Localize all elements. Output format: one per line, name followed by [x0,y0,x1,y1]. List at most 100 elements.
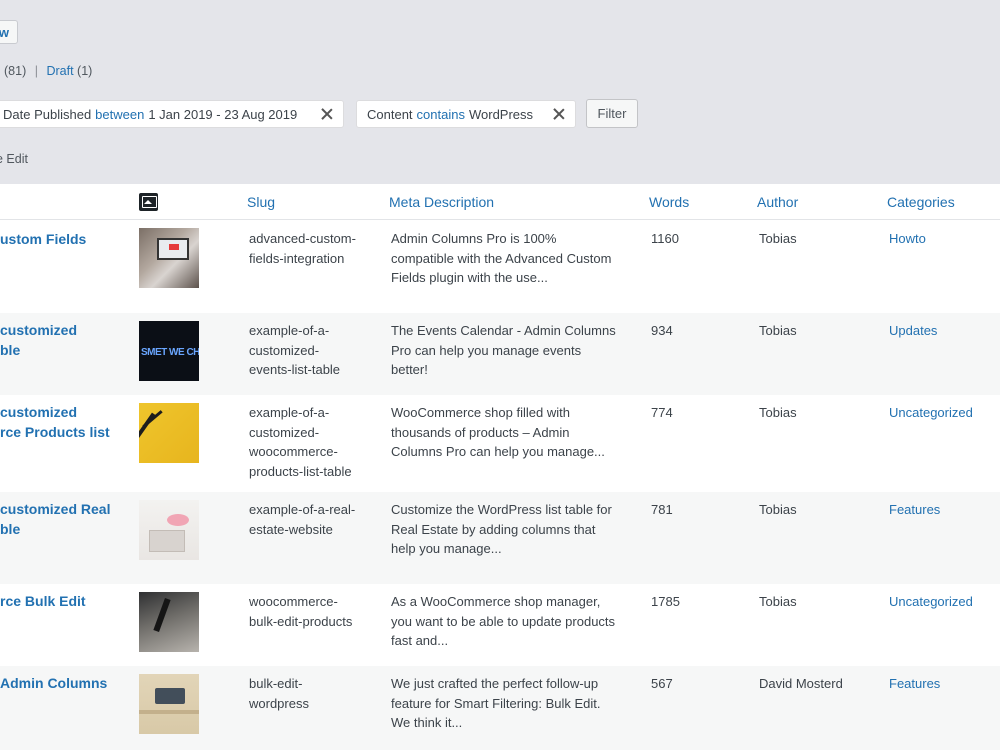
post-title-link[interactable]: ustom Fields [0,230,120,250]
post-slug: woocommerce- bulk-edit-products [249,592,374,631]
meta-line: The Events Calendar - Admin Columns [391,323,616,338]
meta-line: Admin Columns Pro is 100% [391,231,557,246]
title-line: Admin Columns [0,675,108,691]
bulk-edit-link[interactable]: e Edit [0,152,28,166]
post-author: Tobias [759,594,797,609]
meta-line: Columns Pro can help you manage... [391,444,605,459]
filter-button[interactable]: Filter [586,99,638,128]
table-row: Admin Columns bulk-edit- wordpress We ju… [0,666,1000,750]
draft-count: (1) [77,64,93,78]
meta-line: fast and... [391,633,449,648]
close-icon[interactable] [551,106,567,122]
filter-value: WordPress [468,106,534,122]
column-header-author[interactable]: Author [757,194,798,210]
post-title-link[interactable]: Admin Columns [0,674,120,694]
post-category-link[interactable]: Features [889,500,940,520]
post-meta-description: The Events Calendar - Admin Columns Pro … [391,321,631,380]
title-line: customized [0,322,78,338]
slug-line: example-of-a- [249,323,330,338]
table-row: ustom Fields advanced-custom- fields-int… [0,221,1000,313]
post-category-link[interactable]: Howto [889,229,926,249]
slug-line: woocommerce- [249,594,338,609]
post-word-count: 1160 [651,231,679,246]
column-header-meta-description[interactable]: Meta Description [389,194,494,210]
table-row: customized rce Products list example-of-… [0,395,1000,492]
featured-image-icon[interactable] [139,193,158,211]
column-header-slug[interactable]: Slug [247,194,275,210]
post-slug: example-of-a- customized- woocommerce- p… [249,403,374,481]
filter-field: Content [367,106,413,122]
post-title-link[interactable]: customized ble [0,321,120,360]
post-word-count: 934 [651,323,673,338]
post-meta-description: Customize the WordPress list table for R… [391,500,631,559]
meta-line: We just crafted the perfect follow-up [391,676,599,691]
post-word-count: 1785 [651,594,680,609]
table-row: customized Real ble example-of-a-real- e… [0,492,1000,584]
filter-chip-content[interactable]: Content contains WordPress [356,100,576,128]
add-new-label: w [0,24,9,40]
meta-line: you want to be able to update products [391,613,616,629]
title-line: ustom Fields [0,231,87,247]
draft-label: Draft [46,64,74,78]
table-row: rce Bulk Edit woocommerce- bulk-edit-pro… [0,584,1000,666]
title-line: rce Bulk Edit [0,593,86,609]
filter-chip-date-published[interactable]: Date Published between 1 Jan 2019 - 23 A… [0,100,344,128]
post-slug: example-of-a-real- estate-website [249,500,374,539]
post-meta-description: As a WooCommerce shop manager, you want … [391,592,631,651]
all-count: (81) [4,64,27,78]
slug-line: products-list-table [249,463,352,479]
slug-line: fields-integration [249,250,345,266]
posts-list-table: Slug Meta Description Words Author Categ… [0,184,1000,750]
slug-line: bulk-edit- [249,676,303,691]
filter-operator: between [95,106,145,122]
post-word-count: 567 [651,676,673,691]
post-thumbnail [139,228,199,288]
post-category-link[interactable]: Updates [889,321,937,341]
post-thumbnail [139,403,199,463]
slug-line: events-list-table [249,362,341,377]
meta-line: Real Estate by adding columns that [391,521,596,537]
post-title-link[interactable]: rce Bulk Edit [0,592,120,612]
view-separator: | [34,64,38,78]
slug-line: bulk-edit-products [249,613,353,629]
slug-line: wordpress [249,695,309,711]
meta-line: help you manage... [391,541,502,556]
post-category-link[interactable]: Features [889,674,940,694]
post-author: Tobias [759,323,797,338]
post-title-link[interactable]: customized rce Products list [0,403,120,442]
slug-line: example-of-a- [249,405,330,420]
slug-line: customized- [249,424,320,440]
post-category-link[interactable]: Uncategorized [889,403,973,423]
post-thumbnail [139,674,199,734]
column-header-categories[interactable]: Categories [887,194,955,210]
meta-line: feature for Smart Filtering: Bulk Edit. [391,695,601,711]
slug-line: advanced-custom- [249,231,356,246]
meta-line: As a WooCommerce shop manager, [391,594,601,609]
view-draft-link[interactable]: Draft [46,64,73,78]
meta-line: Customize the WordPress list table for [391,502,612,517]
title-line: ble [0,520,21,537]
add-new-button[interactable]: w [0,20,18,44]
filter-button-label: Filter [597,106,627,121]
post-slug: advanced-custom- fields-integration [249,229,374,268]
post-thumbnail [139,321,199,381]
post-meta-description: We just crafted the perfect follow-up fe… [391,674,631,733]
slug-line: estate-website [249,521,333,537]
post-title-link[interactable]: customized Real ble [0,500,120,539]
meta-line: Fields plugin with the use... [391,270,548,285]
title-line: customized Real [0,501,111,517]
table-header: Slug Meta Description Words Author Categ… [0,184,1000,220]
post-author: David Mosterd [759,676,843,691]
post-meta-description: WooCommerce shop filled with thousands o… [391,403,631,462]
post-author: Tobias [759,231,797,246]
post-slug: bulk-edit- wordpress [249,674,374,713]
column-header-words[interactable]: Words [649,194,689,210]
slug-line: woocommerce- [249,444,338,459]
filter-operator: contains [416,106,465,122]
filter-field: Date Published [3,106,92,122]
filter-value: 1 Jan 2019 - 23 Aug 2019 [148,106,298,122]
post-category-link[interactable]: Uncategorized [889,592,973,612]
title-line: ble [0,341,21,358]
close-icon[interactable] [319,106,335,122]
meta-line: WooCommerce shop filled with [391,405,570,420]
